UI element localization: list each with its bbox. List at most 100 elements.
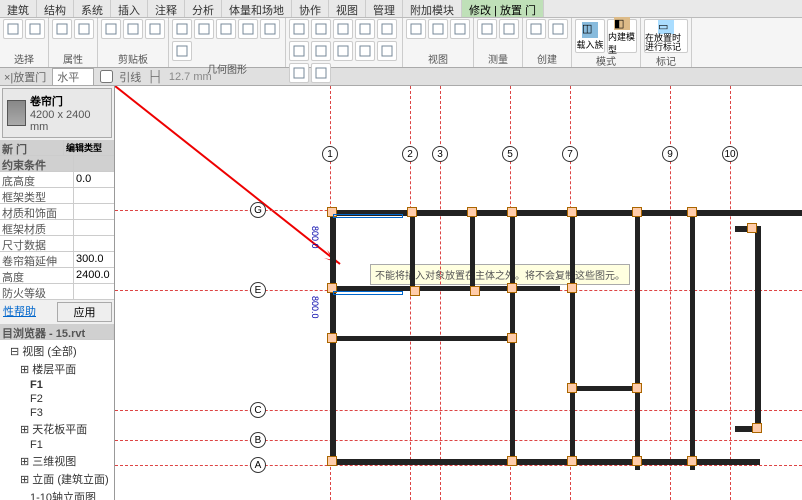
wall[interactable] (635, 210, 640, 470)
ribbon-btn-4-10[interactable] (289, 63, 309, 83)
ribbon-btn-0-1[interactable] (25, 19, 45, 39)
load-family-button[interactable]: ◫载入族 (575, 19, 605, 53)
tab-5[interactable]: 分析 (185, 0, 222, 17)
grid-bubble[interactable]: 3 (432, 146, 448, 162)
tree-root[interactable]: ⊟ 视图 (全部) (2, 342, 112, 360)
prop-value[interactable] (74, 236, 114, 251)
ribbon-btn-4-1[interactable] (311, 19, 331, 39)
grid-bubble[interactable]: 1 (322, 146, 338, 162)
tree-node[interactable]: F2 (2, 392, 112, 406)
ribbon-btn-4-2[interactable] (333, 19, 353, 39)
wall[interactable] (755, 226, 761, 426)
ribbon-btn-5-0[interactable] (406, 19, 426, 39)
grid-bubble[interactable]: G (250, 202, 266, 218)
tab-7[interactable]: 协作 (292, 0, 329, 17)
tab-3[interactable]: 插入 (111, 0, 148, 17)
tree-node[interactable]: ⊞ 天花板平面 (2, 420, 112, 438)
grid-bubble[interactable]: A (250, 457, 266, 473)
dimension-text[interactable]: 800.0 (310, 296, 320, 319)
ribbon-btn-0-0[interactable] (3, 19, 23, 39)
tab-11[interactable]: 修改 | 放置 门 (462, 0, 544, 17)
grid-bubble[interactable]: C (250, 402, 266, 418)
ribbon-btn-5-2[interactable] (450, 19, 470, 39)
wall[interactable] (570, 286, 575, 466)
ribbon-btn-3-2[interactable] (216, 19, 236, 39)
drawing-canvas[interactable]: 不能将插入对象放置在主体之外。将不会复制这些图元。 12357910GECBA8… (115, 86, 802, 500)
tab-0[interactable]: 建筑 (0, 0, 37, 17)
tree-node[interactable]: F1 (2, 438, 112, 452)
wall[interactable] (410, 210, 415, 290)
grid-bubble[interactable]: 7 (562, 146, 578, 162)
ribbon-btn-4-0[interactable] (289, 19, 309, 39)
ribbon-btn-2-1[interactable] (123, 19, 143, 39)
prop-value[interactable] (74, 188, 114, 203)
ribbon-btn-1-0[interactable] (52, 19, 72, 39)
wall[interactable] (570, 386, 640, 391)
ribbon-btn-7-0[interactable] (526, 19, 546, 39)
ribbon-btn-3-5[interactable] (172, 41, 192, 61)
grid-bubble[interactable]: E (250, 282, 266, 298)
grid-bubble[interactable]: 9 (662, 146, 678, 162)
tab-2[interactable]: 系统 (74, 0, 111, 17)
ribbon-btn-2-0[interactable] (101, 19, 121, 39)
ribbon-btn-5-1[interactable] (428, 19, 448, 39)
wall[interactable] (570, 210, 575, 290)
wall[interactable] (510, 210, 515, 340)
grid-bubble[interactable]: 5 (502, 146, 518, 162)
tree-node[interactable]: F1 (2, 378, 112, 392)
tab-4[interactable]: 注释 (148, 0, 185, 17)
ribbon-btn-4-6[interactable] (311, 41, 331, 61)
ribbon-btn-3-0[interactable] (172, 19, 192, 39)
grid-bubble[interactable]: 10 (722, 146, 738, 162)
wall[interactable] (510, 336, 515, 466)
prop-value[interactable] (74, 284, 114, 299)
help-link[interactable]: 性帮助 (2, 302, 55, 322)
dimension-text[interactable]: 800.0 (310, 226, 320, 249)
ribbon-btn-1-1[interactable] (74, 19, 94, 39)
tab-1[interactable]: 结构 (37, 0, 74, 17)
grid-bubble[interactable]: B (250, 432, 266, 448)
tree-node[interactable]: ⊞ 立面 (建筑立面) (2, 470, 112, 488)
ribbon-btn-4-7[interactable] (333, 41, 353, 61)
tree-node[interactable]: ⊞ 三维视图 (2, 452, 112, 470)
prop-value[interactable] (74, 204, 114, 219)
tag-on-place-button[interactable]: ▭在放置时进行标记 (644, 19, 688, 53)
type-selector[interactable]: 卷帘门 4200 x 2400 mm (2, 88, 112, 138)
prop-value[interactable]: 2400.0 (74, 268, 114, 283)
prop-value[interactable] (74, 220, 114, 235)
ribbon-btn-3-3[interactable] (238, 19, 258, 39)
tree-node[interactable]: F3 (2, 406, 112, 420)
prop-value[interactable]: 0.0 (74, 172, 114, 187)
offset-value[interactable]: 12.7 mm (169, 71, 212, 83)
tab-8[interactable]: 视图 (329, 0, 366, 17)
ribbon-btn-7-1[interactable] (548, 19, 568, 39)
ribbon-btn-3-1[interactable] (194, 19, 214, 39)
tree-node[interactable]: ⊞ 楼层平面 (2, 360, 112, 378)
tab-9[interactable]: 管理 (366, 0, 403, 17)
ribbon-btn-4-8[interactable] (355, 41, 375, 61)
ribbon-btn-4-3[interactable] (355, 19, 375, 39)
ribbon-btn-4-4[interactable] (377, 19, 397, 39)
ribbon-btn-4-9[interactable] (377, 41, 397, 61)
wall[interactable] (690, 210, 695, 470)
edit-type-button[interactable]: 编辑类型 (64, 140, 114, 155)
wall-joint (407, 207, 417, 217)
ribbon-btn-4-5[interactable] (289, 41, 309, 61)
orient-dropdown[interactable]: 水平 (52, 68, 94, 86)
ribbon-btn-4-11[interactable] (311, 63, 331, 83)
ribbon-btn-3-4[interactable] (260, 19, 280, 39)
tab-6[interactable]: 体量和场地 (222, 0, 292, 17)
ribbon-btn-6-0[interactable] (477, 19, 497, 39)
grid-bubble[interactable]: 2 (402, 146, 418, 162)
ribbon-btn-2-2[interactable] (145, 19, 165, 39)
leader-checkbox[interactable] (100, 70, 113, 83)
apply-button[interactable]: 应用 (57, 302, 112, 322)
tree-node[interactable]: 1-10轴立面图 (2, 488, 112, 500)
wall[interactable] (330, 336, 510, 341)
project-browser[interactable]: ⊟ 视图 (全部)⊞ 楼层平面F1F2F3⊞ 天花板平面F1⊞ 三维视图⊞ 立面… (0, 340, 114, 500)
ribbon-btn-6-1[interactable] (499, 19, 519, 39)
prop-value[interactable]: 300.0 (74, 252, 114, 267)
inplace-button[interactable]: ◧内建模型 (607, 19, 637, 53)
tab-10[interactable]: 附加模块 (403, 0, 462, 17)
wall[interactable] (470, 210, 475, 290)
